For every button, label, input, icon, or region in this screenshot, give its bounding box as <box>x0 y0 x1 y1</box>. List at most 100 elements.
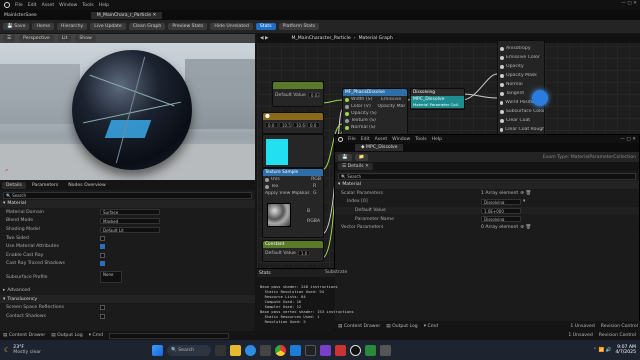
console-input[interactable] <box>109 332 230 339</box>
ssr-checkbox[interactable] <box>100 305 105 311</box>
tab-nodes-overview[interactable]: Nodes Overview <box>64 182 109 189</box>
mpc-search-input[interactable]: 🔍 Search <box>338 172 636 180</box>
default-value-field[interactable]: 0.03 <box>307 92 320 98</box>
tab-substrate[interactable]: Substrate <box>325 270 347 275</box>
two-sided-checkbox[interactable] <box>100 235 105 241</box>
output-pin[interactable]: Clear Coat Roughness <box>498 125 544 134</box>
viewport[interactable]: ☰ Perspective Lit Show ↗ <box>0 34 255 180</box>
show-button[interactable]: Show <box>75 35 96 42</box>
windows-start-icon[interactable] <box>152 344 164 356</box>
task-view-icon[interactable] <box>215 344 227 356</box>
terminal-icon[interactable] <box>305 344 317 356</box>
live-update-button[interactable]: Live Update <box>90 23 126 30</box>
file-explorer-icon[interactable] <box>230 344 242 356</box>
weather-icon[interactable]: ☾ <box>4 346 10 354</box>
mpc-section-material[interactable]: ▾ Material <box>335 181 639 190</box>
index-0-field[interactable]: Dissolving <box>481 198 521 205</box>
cmd-button[interactable]: ▾ Cmd <box>89 333 103 338</box>
mpc-menu-help[interactable]: Help <box>432 137 442 142</box>
texture-sample-node[interactable]: Texture Sample UVs RGB Tex R Apply View Mi… <box>262 168 324 238</box>
mpc-unsaved-indicator[interactable]: 1 Unsaved <box>570 324 594 329</box>
system-tray-icons[interactable]: ⌃ 📶 🔊 <box>593 348 611 353</box>
material-function-node[interactable]: MF_PhasisDissolve Width (S) Emissive Colo… <box>342 88 408 140</box>
output-pin[interactable]: Opacity Mask <box>498 71 544 80</box>
output-pin[interactable]: Anisotropy <box>498 44 544 53</box>
mpc-menu-file[interactable]: File <box>348 137 356 142</box>
tab-stats[interactable]: Stats <box>259 271 271 276</box>
details-search-input[interactable]: 🔍 Search <box>3 191 252 199</box>
weather-widget[interactable]: 23°F Mostly clear <box>13 345 41 355</box>
menu-asset[interactable]: Asset <box>42 3 55 8</box>
material-domain-select[interactable]: Surface <box>100 209 160 216</box>
cast-ray-traced-shadows-checkbox[interactable] <box>100 261 105 267</box>
app-icon[interactable] <box>365 344 377 356</box>
contact-shadows-checkbox[interactable] <box>100 313 105 319</box>
app-icon[interactable] <box>380 344 392 356</box>
window-controls[interactable]: — ▢ ✕ <box>621 1 637 6</box>
settings-icon[interactable] <box>260 344 272 356</box>
output-pin[interactable]: Emissive Color <box>498 53 544 62</box>
section-translucency[interactable]: ▾ Translucency <box>0 295 255 304</box>
menu-help[interactable]: Help <box>99 3 109 8</box>
tab-details[interactable]: Details <box>2 182 26 189</box>
mpc-save-button[interactable]: 💾 <box>338 153 352 161</box>
menu-file[interactable]: File <box>15 3 23 8</box>
tab-parameters[interactable]: Parameters <box>28 182 62 189</box>
subsurface-profile-select[interactable]: None <box>100 271 122 284</box>
mpc-details-tab[interactable]: ☰ Details ✕ <box>338 163 373 170</box>
hierarchy-button[interactable]: Hierarchy <box>57 23 88 30</box>
clock[interactable]: 9:07 AM 4/7/2025 <box>615 345 636 355</box>
mpc-window-controls[interactable]: — ▢ ✕ <box>620 137 636 142</box>
mpc-revision-control[interactable]: Revision Control <box>601 324 638 329</box>
home-button[interactable]: Home <box>32 23 55 30</box>
browser-icon[interactable] <box>245 344 257 356</box>
hide-unrelated-button[interactable]: Hide Unrelated <box>210 23 253 30</box>
vscode-icon[interactable] <box>290 344 302 356</box>
default-value-input[interactable]: 1.0E+000 <box>481 207 521 214</box>
add-element-icon[interactable]: ⊕ 🗑 <box>520 225 531 230</box>
add-element-icon[interactable]: ⊕ 🗑 <box>520 191 531 196</box>
app-icon[interactable] <box>335 344 347 356</box>
vector-x-field[interactable]: 0.0 <box>265 122 278 128</box>
enable-cast-ray-checkbox[interactable] <box>100 252 105 258</box>
output-pin[interactable]: Clear Coat <box>498 116 544 125</box>
mpc-menu-asset[interactable]: Asset <box>375 137 388 142</box>
chevron-down-icon[interactable]: ▾ <box>523 199 525 204</box>
mpc-menu-edit[interactable]: Edit <box>361 137 370 142</box>
blend-mode-select[interactable]: Masked <box>100 217 160 224</box>
output-pin[interactable]: Opacity <box>498 62 544 71</box>
dissolving-node[interactable]: Dissolving MPC_Dissolve Material Paramete… <box>410 88 465 110</box>
default-value-node[interactable]: Default Value 0.03 <box>272 81 324 107</box>
clean-graph-button[interactable]: Clean Graph <box>128 23 166 30</box>
unsaved-indicator[interactable]: 1 Unsaved <box>568 333 592 338</box>
mpc-output-log-button[interactable]: ▤ Output Log <box>386 324 417 329</box>
use-material-attributes-checkbox[interactable] <box>100 244 105 250</box>
asset-tab[interactable]: M_MainChara_r_Particle ✕ <box>90 11 163 19</box>
section-material[interactable]: ▾ Material <box>0 200 255 209</box>
mpc-content-drawer-button[interactable]: ▤ Content Drawer <box>338 324 380 329</box>
app-icon[interactable] <box>320 344 332 356</box>
platform-stats-button[interactable]: Platform Stats <box>278 23 320 30</box>
unreal-taskbar-icon[interactable] <box>350 344 362 356</box>
mpc-cmd-button[interactable]: ▾ Cmd <box>424 324 438 329</box>
preview-stats-button[interactable]: Preview Stats <box>168 23 208 30</box>
save-button[interactable]: 💾 Save <box>3 23 30 30</box>
output-pin[interactable]: Normal <box>498 80 544 89</box>
vector-y-field[interactable]: 10.5 <box>279 122 292 128</box>
viewport-menu-button[interactable]: ☰ <box>3 35 16 42</box>
vector-z-field[interactable]: 10.6 <box>293 122 306 128</box>
mpc-asset-tab[interactable]: ◆ MPC_Dissolve <box>355 144 404 151</box>
color-preview-node[interactable] <box>262 134 324 168</box>
revision-control[interactable]: Revision Control <box>599 333 636 338</box>
chrome-icon[interactable] <box>275 344 287 356</box>
constant-value-field[interactable]: 1.0 <box>297 250 310 256</box>
menu-tools[interactable]: Tools <box>82 3 93 8</box>
output-log-button[interactable]: ▤ Output Log <box>51 333 82 338</box>
mpc-menu-tools[interactable]: Tools <box>415 137 426 142</box>
menu-window[interactable]: Window <box>59 3 77 8</box>
selected-pin-highlight[interactable] <box>532 90 548 106</box>
constant-node[interactable]: Constant Default Value 1.0 <box>262 240 324 262</box>
output-pin[interactable]: Subsurface Color <box>498 107 544 116</box>
mpc-browse-button[interactable]: 📁 <box>354 153 369 161</box>
shading-model-select[interactable]: Default Lit <box>100 226 160 233</box>
